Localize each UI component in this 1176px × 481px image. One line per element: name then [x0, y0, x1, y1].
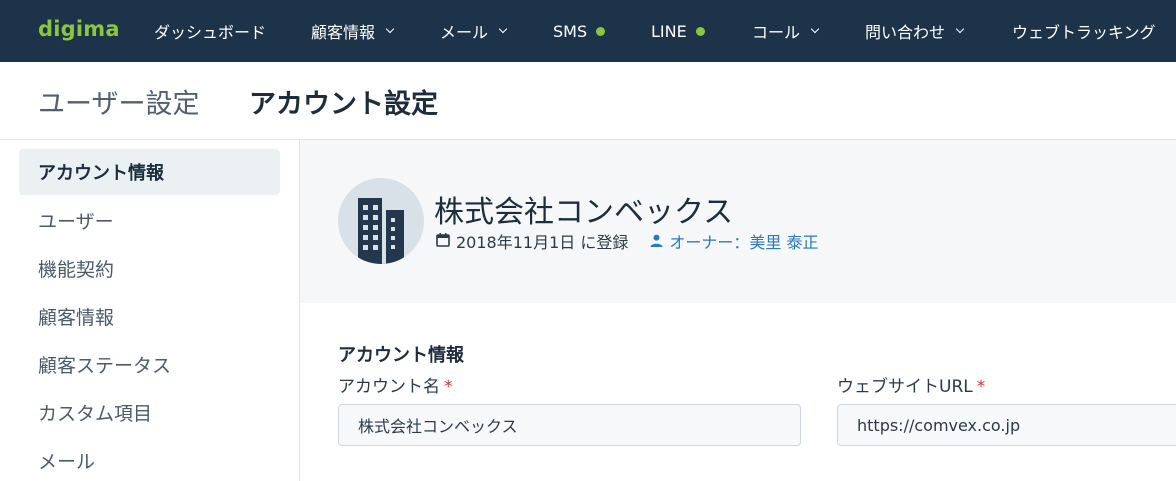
calendar-icon [436, 232, 450, 251]
sidebar-item-label: ユーザー [38, 210, 114, 233]
sidebar-item-feature-contracts[interactable]: 機能契約 [19, 245, 280, 291]
nav-item-inquiry[interactable]: 問い合わせ [865, 0, 965, 62]
sidebar-item-label: メール [38, 450, 96, 473]
sidebar-item-label: 機能契約 [38, 258, 115, 281]
website-url-label: ウェブサイトURL * [837, 372, 985, 397]
chevron-down-icon [955, 24, 965, 34]
sidebar-item-label: 顧客ステータス [38, 354, 172, 377]
nav-item-dashboard[interactable]: ダッシュボード [154, 0, 266, 62]
nav-item-label: LINE [651, 21, 687, 41]
sidebar-item-customer-status[interactable]: 顧客ステータス [19, 341, 280, 387]
account-meta: 2018年11月1日 に登録 オーナー：美里 泰正 [436, 229, 818, 253]
page-header: ユーザー設定 アカウント設定 [0, 62, 1176, 140]
nav-item-mail[interactable]: メール [440, 0, 508, 62]
nav-item-label: 顧客情報 [311, 23, 376, 42]
sidebar-item-account-info[interactable]: アカウント情報 [19, 149, 280, 195]
main-content: 株式会社コンベックス 2018年11月1日 に登録 オーナー：美里 泰正 アカウ… [300, 140, 1176, 481]
logo-text: digima [38, 17, 120, 41]
nav-item-customer-info[interactable]: 顧客情報 [311, 0, 395, 62]
field-label-text: アカウント名 [338, 377, 440, 397]
sidebar-item-label: 顧客情報 [38, 306, 115, 329]
nav-item-line[interactable]: LINE [651, 0, 705, 62]
chevron-down-icon [810, 24, 820, 34]
account-name-label: アカウント名 * [338, 372, 453, 397]
field-label-text: ウェブサイトURL [837, 377, 973, 397]
nav-item-label: SMS [553, 21, 588, 41]
status-dot-icon [596, 26, 606, 36]
nav-item-sms[interactable]: SMS [553, 0, 606, 62]
nav-item-label: コール [752, 23, 801, 42]
required-mark: * [976, 377, 986, 397]
input-value: https://comvex.co.jp [857, 415, 1021, 435]
sidebar-item-label: アカウント情報 [38, 163, 164, 184]
company-name: 株式会社コンベックス [434, 195, 734, 230]
sidebar-item-users[interactable]: ユーザー [19, 197, 280, 243]
required-mark: * [444, 377, 453, 397]
nav-item-label: 問い合わせ [865, 23, 946, 42]
section-title: アカウント情報 [338, 345, 464, 366]
building-icon [338, 178, 424, 264]
account-name-input[interactable]: 株式会社コンベックス [338, 404, 801, 446]
nav-item-call[interactable]: コール [752, 0, 820, 62]
sidebar-item-customer-info[interactable]: 顧客情報 [19, 293, 280, 339]
nav-item-label: ウェブトラッキング [1012, 23, 1156, 42]
nav-item-label: ダッシュボード [154, 23, 267, 42]
sidebar-item-mail[interactable]: メール [19, 437, 280, 481]
registered-date: 2018年11月1日 に登録 [456, 233, 629, 252]
breadcrumb-parent[interactable]: ユーザー設定 [38, 82, 199, 121]
user-icon [650, 232, 663, 251]
settings-sidebar: アカウント情報 ユーザー 機能契約 顧客情報 顧客ステータス カスタム項目 メー… [0, 140, 300, 481]
nav-item-web-tracking[interactable]: ウェブトラッキング [1012, 0, 1156, 62]
sidebar-item-custom-fields[interactable]: カスタム項目 [19, 389, 280, 435]
input-value: 株式会社コンベックス [358, 417, 518, 436]
nav-item-label: メール [440, 23, 489, 42]
digima-logo[interactable]: digima [38, 14, 120, 44]
top-navigation-bar: digima ダッシュボード 顧客情報 メール SMS LINE コール 問い合… [0, 0, 1176, 62]
owner-link[interactable]: オーナー：美里 泰正 [669, 229, 818, 253]
chevron-down-icon [385, 24, 395, 34]
website-url-input[interactable]: https://comvex.co.jp [837, 404, 1176, 446]
account-profile-card: 株式会社コンベックス 2018年11月1日 に登録 オーナー：美里 泰正 [300, 140, 1176, 303]
chevron-down-icon [498, 24, 508, 34]
page-title: アカウント設定 [249, 89, 438, 120]
sidebar-item-label: カスタム項目 [38, 402, 153, 425]
status-dot-icon [695, 26, 705, 36]
